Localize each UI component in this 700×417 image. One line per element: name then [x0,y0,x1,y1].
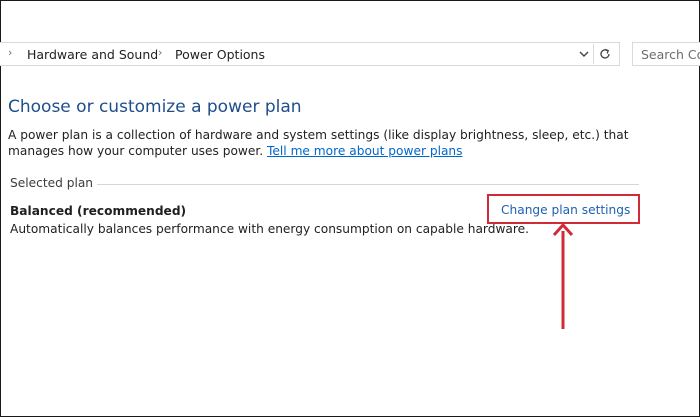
breadcrumb-power-options[interactable]: Power Options [175,47,265,62]
selected-plan-label: Selected plan [10,176,94,190]
change-plan-settings-link[interactable]: Change plan settings [501,203,630,217]
address-bar[interactable]: › Hardware and Sound › Power Options [0,42,620,66]
learn-more-link[interactable]: Tell me more about power plans [267,144,462,158]
breadcrumb-hardware-and-sound[interactable]: Hardware and Sound [27,47,158,62]
group-divider [97,184,639,185]
refresh-icon[interactable] [598,47,612,61]
chevron-right-icon: › [8,46,13,59]
arrow-up-icon [552,222,574,329]
control-panel-window: › Hardware and Sound › Power Options Sea… [0,0,700,417]
chevron-down-icon[interactable] [577,47,591,61]
page-title: Choose or customize a power plan [8,97,302,117]
page-description: A power plan is a collection of hardware… [8,127,658,159]
plan-description: Automatically balances performance with … [10,222,530,236]
address-divider [593,44,594,64]
search-placeholder: Search Co [641,47,700,62]
search-box[interactable]: Search Co [632,42,700,66]
plan-name: Balanced (recommended) [10,204,187,218]
chevron-right-icon: › [158,46,163,59]
